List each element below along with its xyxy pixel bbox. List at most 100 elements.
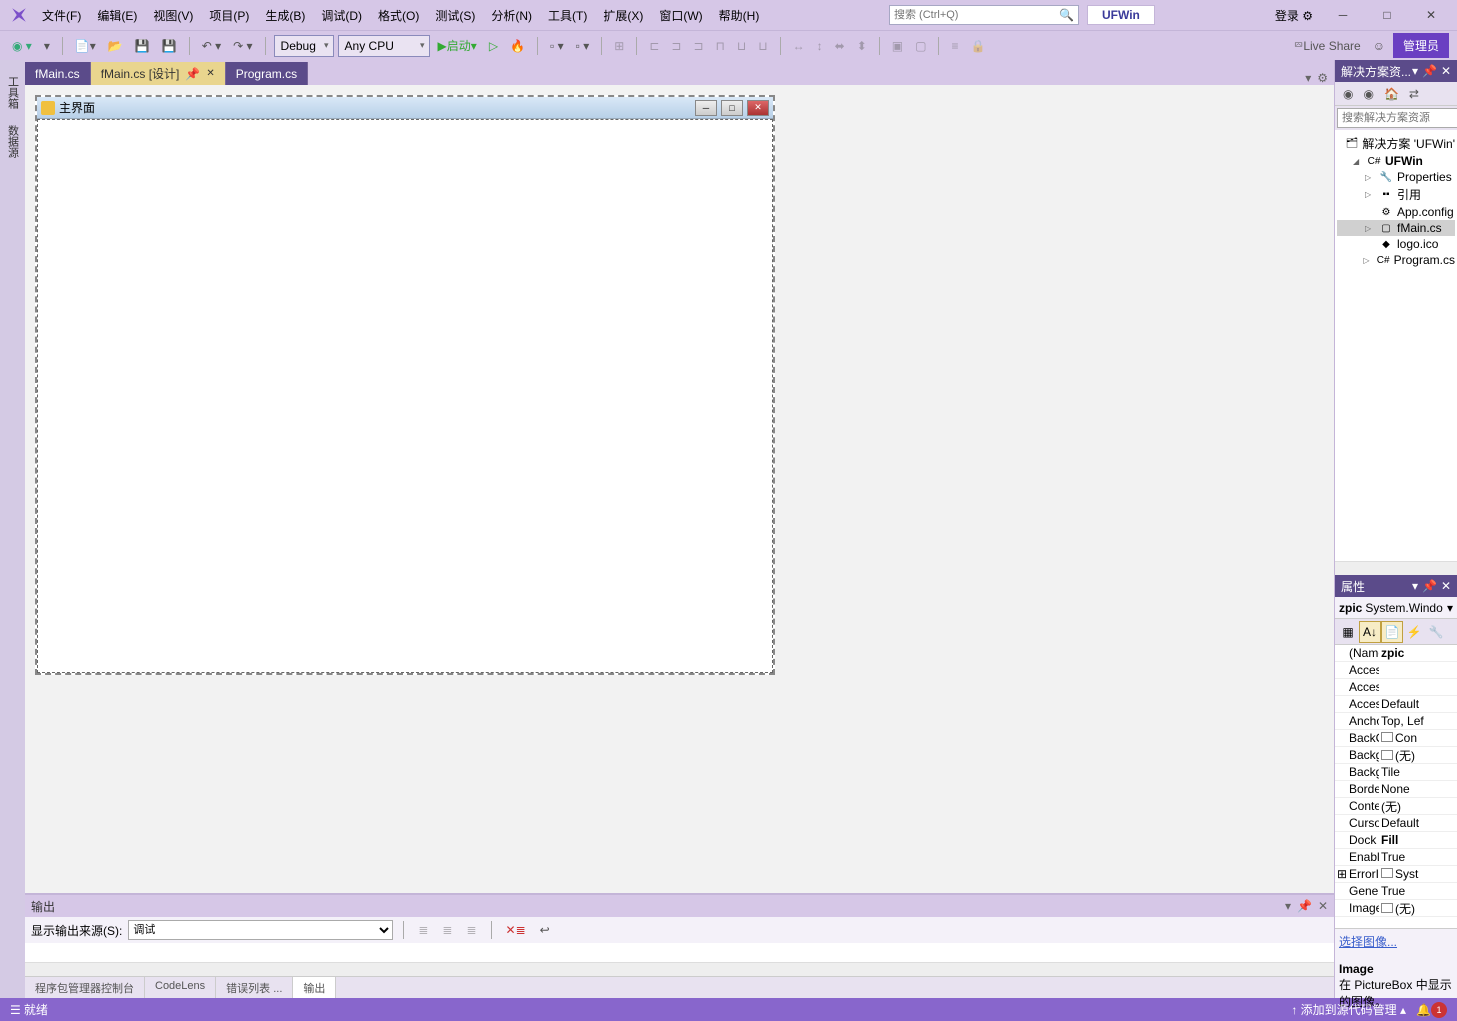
property-row[interactable]: ⊞ErrorImSyst [1335,866,1457,883]
menu-format[interactable]: 格式(O) [370,3,427,28]
se-pin-icon[interactable]: 📌 [1422,64,1437,78]
menu-project[interactable]: 项目(P) [201,3,257,28]
hspace-button[interactable]: ↔ [789,36,809,56]
align-center-button[interactable]: ⊐ [667,36,685,56]
output-prev-icon[interactable]: ≣ [438,920,456,940]
new-project-button[interactable]: 📄▾ [71,36,100,56]
size-width-button[interactable]: ⬌ [831,36,849,56]
tab-order-button[interactable]: ≡ [947,36,962,56]
props-pages-icon[interactable]: 🔧 [1425,621,1447,643]
redo-button[interactable]: ↷ ▾ [229,36,256,56]
quick-launch[interactable]: 🔍 [889,5,1079,25]
se-close-icon[interactable]: ✕ [1441,64,1451,78]
props-object-combo[interactable]: zpic System.Windo▾ [1335,597,1457,619]
bring-front-button[interactable]: ▣ [888,36,907,56]
align-top-button[interactable]: ⊓ [712,36,729,56]
align-middle-button[interactable]: ⊔ [733,36,750,56]
menu-extensions[interactable]: 扩展(X) [595,3,651,28]
scm-button[interactable]: ↑ 添加到源代码管理 ▴ [1291,1001,1406,1018]
property-row[interactable]: Accessil [1335,662,1457,679]
property-row[interactable]: DockFill [1335,832,1457,849]
property-row[interactable]: GeneraTrue [1335,883,1457,900]
property-row[interactable]: BackgroTile [1335,764,1457,781]
output-clear-icon[interactable]: ✕≣ [502,920,530,940]
browser-button[interactable]: ▫ ▾ [546,36,568,56]
notification-icon[interactable]: 🔔1 [1416,1002,1447,1018]
tab-error-list[interactable]: 错误列表 ... [216,977,293,998]
send-back-button[interactable]: ▢ [911,36,930,56]
props-alpha-icon[interactable]: A↓ [1359,621,1381,643]
menu-analyze[interactable]: 分析(N) [483,3,540,28]
property-row[interactable]: Accessil [1335,679,1457,696]
search-input[interactable] [894,9,1059,21]
tab-settings-icon[interactable]: ⚙ [1317,71,1328,85]
output-header[interactable]: 输出 ▾📌✕ [25,895,1334,917]
select-image-link[interactable]: 选择图像... [1339,935,1397,949]
property-row[interactable]: (Name)zpic [1335,645,1457,662]
tab-pkg-console[interactable]: 程序包管理器控制台 [25,977,145,998]
start-nodebug-button[interactable]: ▷ [485,36,502,56]
save-button[interactable]: 💾 [131,36,154,56]
pin-icon[interactable]: 📌 [185,67,200,81]
solution-explorer-header[interactable]: 解决方案资... ▾📌✕ [1335,60,1457,82]
toolbox-tab[interactable]: 工具箱 [3,68,23,117]
platform-combo[interactable]: Any CPU [338,35,430,57]
login-link[interactable]: 登录 ⚙ [1275,7,1313,24]
menu-tools[interactable]: 工具(T) [540,3,595,28]
tree-node[interactable]: ▷C#Program.cs [1337,252,1455,268]
property-row[interactable]: AccessilDefault [1335,696,1457,713]
tab-fmain-cs[interactable]: fMain.cs [25,62,91,85]
picturebox-zpic[interactable] [37,119,773,673]
property-row[interactable]: EnablecTrue [1335,849,1457,866]
tab-fmain-design[interactable]: fMain.cs [设计] 📌✕ [91,62,226,85]
tab-program-cs[interactable]: Program.cs [226,62,308,85]
se-fwd-icon[interactable]: ◉ [1359,84,1377,104]
forward-button[interactable]: ▾ [40,36,54,56]
property-row[interactable]: Backgro(无) [1335,747,1457,764]
se-back-icon[interactable]: ◉ [1339,84,1357,104]
form-canvas[interactable]: 主界面 ─ □ ✕ [35,95,775,675]
output-close-icon[interactable]: ✕ [1318,899,1328,913]
se-sync-icon[interactable]: ⇄ [1405,84,1423,104]
hot-reload-button[interactable]: 🔥 [506,36,529,56]
menu-test[interactable]: 测试(S) [427,3,483,28]
search-icon[interactable]: 🔍 [1059,8,1074,22]
output-dropdown-icon[interactable]: ▾ [1285,899,1291,913]
property-row[interactable]: CursorDefault [1335,815,1457,832]
tree-node[interactable]: 🗂解决方案 'UFWin' [1337,134,1455,153]
output-goto-icon[interactable]: ≣ [414,920,432,940]
tree-node[interactable]: ▷▢fMain.cs [1337,220,1455,236]
output-text[interactable] [25,943,1334,962]
vspace-button[interactable]: ↕ [813,36,827,56]
menu-window[interactable]: 窗口(W) [651,3,710,28]
menu-view[interactable]: 视图(V) [145,3,201,28]
output-source-combo[interactable]: 调试 [128,920,393,940]
close-button[interactable]: ✕ [1417,5,1445,25]
se-search-input[interactable] [1337,108,1457,128]
props-dropdown-icon[interactable]: ▾ [1412,579,1418,593]
output-pin-icon[interactable]: 📌 [1297,899,1312,913]
layout-button[interactable]: ▫ ▾ [572,36,594,56]
open-button[interactable]: 📂 [104,36,127,56]
config-combo[interactable]: Debug [274,35,334,57]
property-row[interactable]: Context(无) [1335,798,1457,815]
align-right-button[interactable]: ⊐ [689,36,707,56]
solution-name-label[interactable]: UFWin [1087,5,1155,25]
properties-header[interactable]: 属性 ▾📌✕ [1335,575,1457,597]
form-designer[interactable]: 主界面 ─ □ ✕ [25,85,1334,893]
solution-tree[interactable]: 🗂解决方案 'UFWin'◢C#UFWin▷🔧Properties▷▪▪引用⚙A… [1335,130,1457,561]
align-bottom-button[interactable]: ⊔ [754,36,771,56]
align-grid-button[interactable]: ⊞ [610,36,628,56]
tree-node[interactable]: ⚙App.config [1337,204,1455,220]
props-categorized-icon[interactable]: ▦ [1337,621,1359,643]
se-home-icon[interactable]: 🏠 [1380,84,1403,104]
props-props-icon[interactable]: 📄 [1381,621,1403,643]
tree-node[interactable]: ◢C#UFWin [1337,153,1455,169]
tab-dropdown-icon[interactable]: ▾ [1305,71,1311,85]
se-dropdown-icon[interactable]: ▾ [1412,64,1418,78]
menu-edit[interactable]: 编辑(E) [89,3,145,28]
props-close-icon[interactable]: ✕ [1441,579,1451,593]
output-wrap-icon[interactable]: ↩ [536,920,554,940]
tab-output[interactable]: 输出 [293,977,336,998]
align-left-button[interactable]: ⊏ [645,36,663,56]
